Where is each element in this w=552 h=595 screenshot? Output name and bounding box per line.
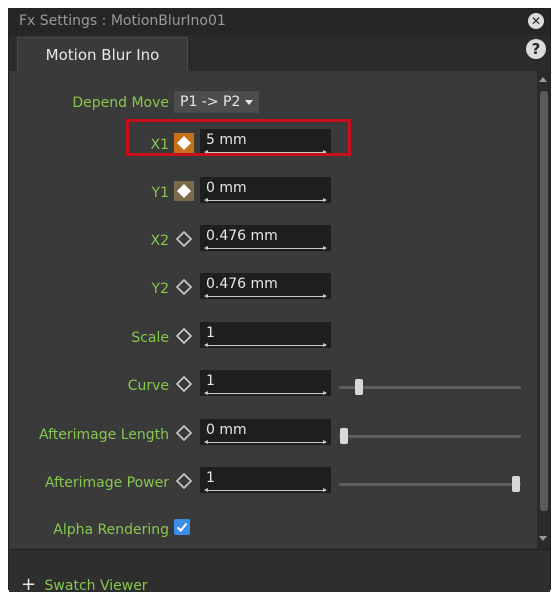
- keyframe-button-afterimage-power[interactable]: [174, 471, 194, 491]
- param-field-curve[interactable]: 1: [200, 370, 331, 396]
- afterimage-length-slider-handle[interactable]: [340, 428, 348, 444]
- diamond-outline-icon: [175, 230, 193, 248]
- afterimage-length-slider-track[interactable]: [339, 435, 521, 438]
- depend-move-value: P1 -> P2: [180, 94, 241, 110]
- swatch-viewer-label: Swatch Viewer: [44, 578, 148, 594]
- param-value-curve: 1: [206, 373, 215, 389]
- param-label-x2: X2: [150, 233, 170, 249]
- param-field-afterimage-power[interactable]: 1: [200, 467, 331, 493]
- diamond-outline-icon: [175, 327, 193, 345]
- scroll-up-arrow-icon[interactable]: [539, 77, 547, 82]
- title-bar: Fx Settings : MotionBlurIno01 ✕: [9, 9, 550, 35]
- param-value-y2: 0.476 mm: [206, 276, 278, 292]
- scroll-down-arrow-icon[interactable]: [539, 536, 547, 541]
- diamond-outline-icon: [175, 424, 193, 442]
- drag-arrows-icon: [204, 294, 327, 298]
- drag-arrows-icon: [204, 391, 327, 395]
- scroll-thumb[interactable]: [540, 91, 548, 511]
- plus-icon: +: [21, 574, 37, 595]
- close-icon[interactable]: ✕: [528, 13, 544, 29]
- fx-settings-window: Fx Settings : MotionBlurIno01 ✕ Motion B…: [8, 8, 551, 595]
- keyframe-button-x2[interactable]: [174, 229, 194, 249]
- depend-move-dropdown[interactable]: P1 -> P2: [174, 91, 259, 113]
- drag-arrows-icon: [204, 198, 327, 202]
- param-label-curve: Curve: [127, 378, 169, 394]
- window-title: Fx Settings : MotionBlurIno01: [19, 13, 226, 29]
- param-value-x2: 0.476 mm: [206, 228, 278, 244]
- param-label-scale: Scale: [131, 330, 169, 346]
- keyframe-button-afterimage-length[interactable]: [174, 423, 194, 443]
- param-value-scale: 1: [206, 325, 215, 341]
- alpha-rendering-label: Alpha Rendering: [53, 522, 169, 538]
- param-value-afterimage-power: 1: [206, 470, 215, 486]
- swatch-viewer-toggle[interactable]: + Swatch Viewer: [21, 574, 148, 595]
- diamond-icon: [177, 184, 191, 198]
- diamond-outline-icon: [175, 375, 193, 393]
- vertical-scrollbar[interactable]: [537, 71, 550, 549]
- checkmark-icon: [176, 522, 188, 532]
- param-label-y1: Y1: [151, 185, 169, 201]
- alpha-rendering-checkbox[interactable]: [174, 519, 190, 535]
- tab-bar: Motion Blur Ino ?: [9, 35, 550, 71]
- curve-slider-handle[interactable]: [355, 379, 363, 395]
- param-value-y1: 0 mm: [206, 180, 247, 196]
- chevron-down-icon: [245, 100, 253, 105]
- keyframe-button-y1[interactable]: [174, 181, 194, 201]
- diamond-outline-icon: [175, 472, 193, 490]
- x1-highlight-box: [126, 119, 351, 156]
- param-label-y2: Y2: [151, 281, 169, 297]
- param-field-afterimage-length[interactable]: 0 mm: [200, 419, 331, 445]
- drag-arrows-icon: [204, 440, 327, 444]
- help-icon[interactable]: ?: [526, 39, 546, 59]
- diamond-outline-icon: [175, 278, 193, 296]
- param-label-afterimage-length: Afterimage Length: [39, 427, 169, 443]
- param-label-afterimage-power: Afterimage Power: [44, 475, 169, 491]
- param-field-scale[interactable]: 1: [200, 322, 331, 348]
- param-field-y1[interactable]: 0 mm: [200, 177, 331, 203]
- tab-motion-blur-ino[interactable]: Motion Blur Ino: [17, 37, 188, 71]
- keyframe-button-scale[interactable]: [174, 326, 194, 346]
- curve-slider-track[interactable]: [339, 386, 521, 389]
- afterimage-power-slider-track[interactable]: [339, 483, 521, 486]
- param-field-y2[interactable]: 0.476 mm: [200, 273, 331, 299]
- drag-arrows-icon: [204, 246, 327, 250]
- afterimage-power-slider-handle[interactable]: [512, 476, 520, 492]
- depend-move-label: Depend Move: [72, 95, 169, 111]
- footer-bar: + Swatch Viewer: [9, 549, 550, 595]
- drag-arrows-icon: [204, 343, 327, 347]
- drag-arrows-icon: [204, 488, 327, 492]
- keyframe-button-y2[interactable]: [174, 277, 194, 297]
- keyframe-button-curve[interactable]: [174, 374, 194, 394]
- param-field-x2[interactable]: 0.476 mm: [200, 225, 331, 251]
- param-value-afterimage-length: 0 mm: [206, 422, 247, 438]
